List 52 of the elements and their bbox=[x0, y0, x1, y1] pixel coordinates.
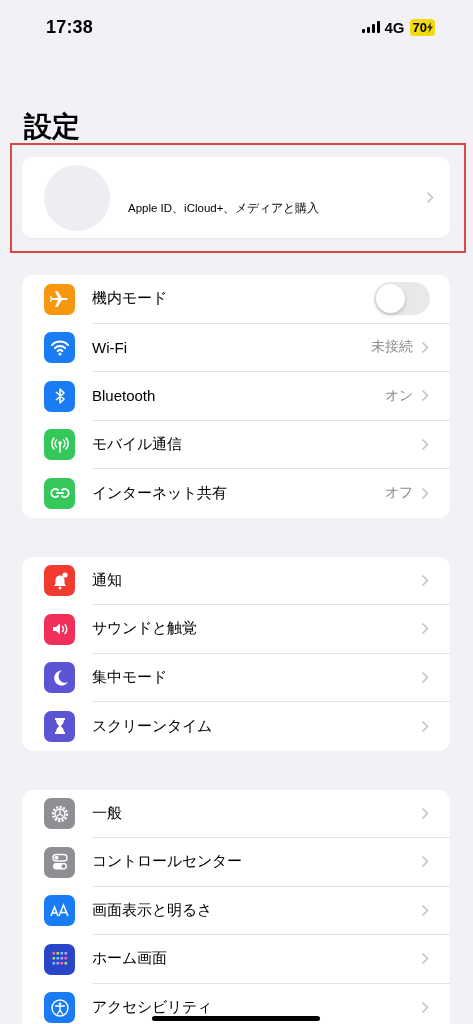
chevron-icon bbox=[421, 573, 429, 587]
chevron-icon bbox=[421, 719, 429, 733]
row-label: インターネット共有 bbox=[92, 483, 228, 503]
settings-row[interactable]: スクリーンタイム bbox=[22, 702, 450, 751]
row-label: 通知 bbox=[92, 570, 123, 590]
row-label: 機内モード bbox=[92, 289, 168, 309]
profile-card[interactable]: Apple ID、iCloud+、メディアと購入 bbox=[22, 157, 450, 238]
row-label: スクリーンタイム bbox=[92, 716, 213, 736]
chevron-icon bbox=[421, 622, 429, 636]
row-value: 未接続 bbox=[371, 338, 413, 357]
row-label: モバイル通信 bbox=[92, 434, 183, 454]
profile-subtitle: Apple ID、iCloud+、メディアと購入 bbox=[128, 201, 321, 216]
row-label: Wi-Fi bbox=[92, 338, 128, 356]
chevron-icon bbox=[421, 855, 429, 869]
status-time: 17:38 bbox=[46, 16, 94, 38]
settings-row[interactable]: 集中モード bbox=[22, 653, 450, 702]
page-title: 設定 bbox=[24, 110, 81, 143]
row-value: オフ bbox=[385, 484, 413, 503]
row-label: コントロールセンター bbox=[92, 852, 243, 872]
row-label: サウンドと触覚 bbox=[92, 619, 198, 639]
chevron-icon bbox=[421, 1001, 429, 1015]
settings-row[interactable]: 通知 bbox=[22, 556, 450, 605]
settings-row[interactable]: ホーム画面 bbox=[22, 935, 450, 984]
chevron-icon bbox=[421, 486, 429, 500]
chevron-icon bbox=[421, 952, 429, 966]
settings-row[interactable]: コントロールセンター bbox=[22, 838, 450, 887]
settings-row[interactable]: 機内モード bbox=[22, 275, 450, 324]
battery-indicator: 70 bbox=[409, 18, 435, 36]
row-label: 一般 bbox=[92, 803, 123, 823]
settings-row[interactable]: サウンドと触覚 bbox=[22, 605, 450, 654]
settings-row[interactable]: モバイル通信 bbox=[22, 420, 450, 469]
chevron-icon bbox=[421, 903, 429, 917]
row-label: Bluetooth bbox=[92, 387, 157, 405]
row-label: アクセシビリティ bbox=[92, 998, 213, 1018]
row-label: ホーム画面 bbox=[92, 949, 168, 969]
settings-row[interactable]: Wi-Fi 未接続 bbox=[22, 323, 450, 372]
chevron-icon bbox=[421, 389, 429, 403]
row-value: オン bbox=[385, 386, 413, 405]
row-label: 集中モード bbox=[92, 667, 168, 687]
signal-icon bbox=[361, 21, 380, 33]
chevron-icon bbox=[421, 670, 429, 684]
chevron-icon bbox=[421, 806, 429, 820]
settings-row[interactable]: 一般 bbox=[22, 789, 450, 838]
chevron-icon bbox=[421, 340, 429, 354]
row-label: 画面表示と明るさ bbox=[92, 900, 213, 920]
chevron-icon bbox=[426, 191, 434, 204]
settings-row[interactable]: 画面表示と明るさ bbox=[22, 886, 450, 935]
settings-row[interactable]: Bluetooth オン bbox=[22, 372, 450, 421]
chevron-icon bbox=[421, 437, 429, 451]
settings-row[interactable]: インターネット共有 オフ bbox=[22, 469, 450, 518]
toggle-switch[interactable] bbox=[374, 282, 430, 316]
network-type: 4G bbox=[384, 18, 405, 36]
